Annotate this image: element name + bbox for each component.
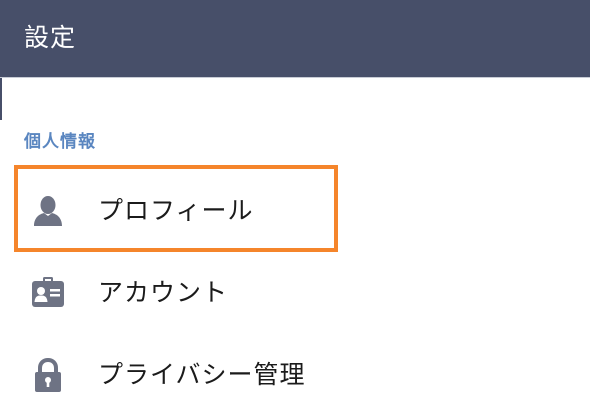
menu-item-label: プロフィール [98, 196, 254, 225]
menu-item-profile[interactable]: プロフィール [0, 170, 590, 252]
menu-item-label: プライバシー管理 [98, 360, 306, 389]
lock-icon [30, 357, 66, 393]
menu-item-privacy[interactable]: プライバシー管理 [0, 334, 590, 416]
app-header: 設定 [0, 0, 590, 78]
person-icon [30, 193, 66, 229]
menu-item-account[interactable]: アカウント [0, 252, 590, 334]
page-title: 設定 [24, 23, 77, 52]
section-header-personal-info: 個人情報 [24, 132, 96, 152]
scroll-edge [0, 78, 2, 120]
menu-item-label: アカウント [98, 278, 229, 307]
id-card-icon [30, 275, 66, 311]
